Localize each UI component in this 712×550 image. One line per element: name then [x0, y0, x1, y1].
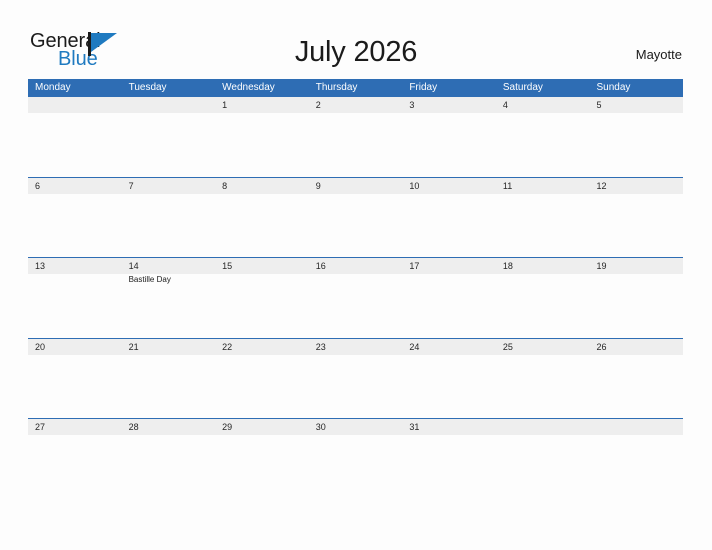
day-event-label: Bastille Day — [128, 275, 171, 284]
day-number: 17 — [409, 261, 420, 271]
day-number: 26 — [596, 341, 607, 352]
calendar-day-cell[interactable]: 12 — [589, 178, 683, 258]
week-day-cells: 20 21 22 23 24 25 26 — [28, 339, 683, 419]
calendar-day-cell[interactable]: 5 — [589, 97, 683, 177]
day-number: 23 — [315, 341, 326, 352]
day-number: 24 — [409, 341, 420, 352]
day-number — [503, 419, 587, 435]
day-number: 29 — [222, 422, 233, 432]
calendar-day-cell[interactable]: 26 — [589, 339, 683, 419]
weekday-header-friday: Friday — [409, 82, 438, 93]
day-number: 15 — [222, 261, 233, 271]
calendar-day-cell[interactable]: 9 — [309, 178, 403, 258]
calendar-day-cell[interactable]: 7 — [122, 178, 216, 258]
calendar-day-cell[interactable]: 22 — [215, 339, 309, 419]
calendar-day-cell[interactable]: 4 — [496, 97, 590, 177]
day-number: 25 — [502, 341, 513, 352]
calendar-day-cell-empty — [589, 419, 683, 499]
calendar-day-cell[interactable]: 28 — [122, 419, 216, 499]
calendar-day-cell[interactable]: 17 — [402, 258, 496, 338]
day-number: 22 — [222, 341, 233, 352]
calendar-day-cell[interactable]: 2 — [309, 97, 403, 177]
day-number: 3 — [409, 100, 415, 110]
day-number: 7 — [128, 180, 134, 191]
week-day-cells: 6 7 8 9 10 11 12 — [28, 178, 683, 258]
calendar-day-cell[interactable]: 27 — [28, 419, 122, 499]
day-number: 12 — [596, 180, 607, 191]
day-number: 4 — [502, 100, 508, 110]
weekday-header-tuesday: Tuesday — [128, 82, 167, 93]
day-number: 8 — [222, 180, 228, 191]
week-day-cells: 1 2 3 4 5 — [28, 97, 683, 177]
weekday-header-thursday: Thursday — [315, 82, 358, 93]
calendar-day-cell[interactable]: 24 — [402, 339, 496, 419]
calendar-day-cell[interactable]: 20 — [28, 339, 122, 419]
calendar-grid: Monday Tuesday Wednesday Thursday Friday Satu… — [28, 79, 683, 499]
calendar-day-cell[interactable]: 6 — [28, 178, 122, 258]
weekday-header-wednesday: Wednesday — [222, 82, 275, 93]
calendar-week-row: 20 21 22 23 24 25 26 — [28, 337, 683, 419]
weekday-header-saturday: Saturday — [502, 82, 543, 93]
page-header: General Blue July 2026 Mayotte — [0, 0, 712, 79]
day-number: 5 — [596, 100, 602, 110]
calendar-day-cell[interactable]: 3 — [402, 97, 496, 177]
calendar-day-cell[interactable]: 21 — [122, 339, 216, 419]
day-number: 28 — [128, 422, 139, 432]
day-number: 2 — [315, 100, 321, 110]
calendar-week-row: 1 2 3 4 5 — [28, 96, 683, 177]
calendar-week-row: 27 28 29 30 31 — [28, 418, 683, 499]
calendar-day-cell[interactable]: 16 — [309, 258, 403, 338]
calendar-weeks: 1 2 3 4 5 6 7 8 9 10 11 12 13 14 Bastille Day 15 16 17 18 1… — [28, 96, 683, 499]
weekday-header-sunday: Sunday — [596, 82, 631, 93]
week-day-cells: 13 14 Bastille Day 15 16 17 18 19 — [28, 258, 683, 338]
calendar-day-cell[interactable]: 14 Bastille Day — [122, 258, 216, 338]
day-number — [596, 419, 680, 435]
day-events: Bastille Day — [129, 274, 213, 285]
calendar-day-cell[interactable]: 31 — [402, 419, 496, 499]
calendar-page: General Blue July 2026 Mayotte Monday Tue… — [0, 0, 712, 550]
day-number: 30 — [315, 422, 326, 432]
day-number: 11 — [502, 180, 513, 191]
day-number: 9 — [315, 180, 321, 191]
day-number: 10 — [409, 180, 420, 191]
day-number: 27 — [35, 422, 46, 432]
day-number: 16 — [315, 261, 326, 271]
day-number: 19 — [596, 261, 607, 271]
calendar-day-cell[interactable]: 23 — [309, 339, 403, 419]
day-number: 13 — [35, 261, 46, 271]
day-number: 6 — [35, 180, 41, 191]
calendar-day-cell[interactable]: 19 — [589, 258, 683, 338]
location-label: Mayotte — [635, 47, 682, 62]
week-day-cells: 27 28 29 30 31 — [28, 419, 683, 499]
weekday-header-monday: Monday — [35, 82, 71, 93]
calendar-day-cell[interactable]: 11 — [496, 178, 590, 258]
calendar-day-cell-empty — [122, 97, 216, 177]
calendar-day-cell[interactable]: 8 — [215, 178, 309, 258]
day-number: 21 — [128, 341, 139, 352]
calendar-day-cell[interactable]: 25 — [496, 339, 590, 419]
calendar-day-cell-empty — [28, 97, 122, 177]
calendar-day-cell[interactable]: 10 — [402, 178, 496, 258]
calendar-day-cell-empty — [496, 419, 590, 499]
day-number — [129, 97, 213, 113]
day-number: 20 — [35, 341, 46, 352]
weekday-header-row: Monday Tuesday Wednesday Thursday Friday Satu… — [28, 79, 683, 96]
calendar-week-row: 6 7 8 9 10 11 12 — [28, 176, 683, 258]
calendar-day-cell[interactable]: 29 — [215, 419, 309, 499]
day-number: 18 — [502, 261, 513, 271]
calendar-day-cell[interactable]: 13 — [28, 258, 122, 338]
day-number: 31 — [409, 422, 420, 432]
day-number — [35, 97, 119, 113]
day-number: 1 — [222, 100, 228, 110]
calendar-day-cell[interactable]: 1 — [215, 97, 309, 177]
calendar-week-row: 13 14 Bastille Day 15 16 17 18 19 — [28, 257, 683, 338]
day-number: 14 — [128, 261, 139, 271]
page-title: July 2026 — [294, 36, 418, 68]
calendar-day-cell[interactable]: 30 — [309, 419, 403, 499]
calendar-day-cell[interactable]: 18 — [496, 258, 590, 338]
calendar-day-cell[interactable]: 15 — [215, 258, 309, 338]
